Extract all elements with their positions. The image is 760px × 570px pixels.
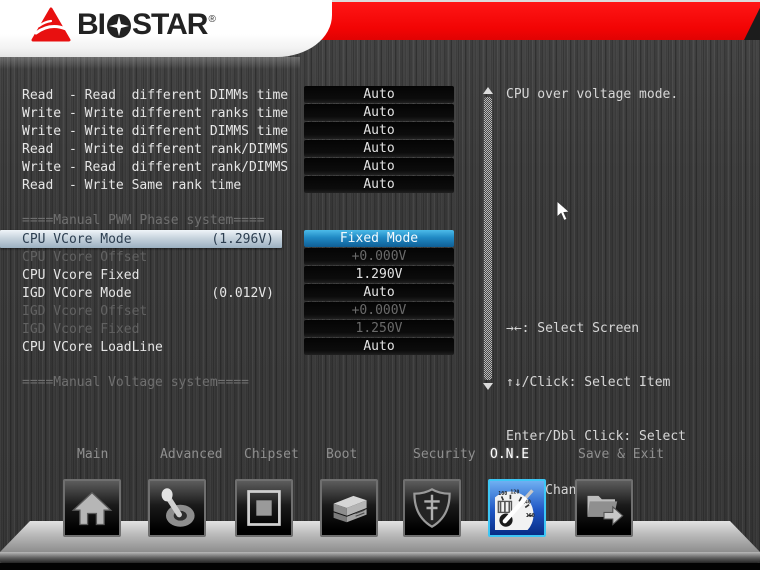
nav-button-main[interactable] [63,479,121,537]
tab-security[interactable]: Security [413,447,476,463]
scroll-down-arrow-icon[interactable] [483,383,493,390]
registered-mark: ® [208,13,216,25]
setting-label: Read - Read different DIMMs time [22,87,289,103]
gauge-icon: 100 120 140 160 [495,489,535,530]
setting-label: Read - Write Same rank time [22,177,242,193]
setting-label: IGD VCore Mode [22,285,132,301]
nav-button-security[interactable] [403,479,461,537]
help-key-line: →←: Select Screen [506,321,640,336]
setting-label: Write - Write different ranks time [22,105,289,121]
drive-icon [333,495,367,523]
setting-value[interactable]: Auto [304,140,454,157]
setting-label: CPU Vcore Fixed [22,267,140,283]
setting-paren-value: (1.296V) [211,231,274,247]
setting-row[interactable]: Read - Write different rank/DIMMS [0,140,288,158]
tab-one[interactable]: O.N.E [490,447,529,463]
setting-value-selected[interactable]: Fixed Mode [304,230,454,247]
tab-advanced[interactable]: Advanced [160,447,223,463]
home-icon [71,491,113,526]
setting-label: IGD Vcore Offset [22,303,148,319]
svg-text:120: 120 [510,490,519,496]
chip-icon [247,490,281,526]
setting-row[interactable]: Read - Write Same rank time [0,176,282,194]
setting-value[interactable]: Auto [304,86,454,103]
tab-chipset[interactable]: Chipset [244,447,299,463]
svg-text:160: 160 [526,513,535,519]
logo-plate-shadow [0,57,300,69]
biostar-triangle-icon [31,7,71,42]
nav-button-boot[interactable] [320,479,378,537]
setting-row: CPU Vcore Offset [0,248,282,266]
setting-value[interactable]: 1.290V [304,266,454,283]
logo-plate: BISTAR BISTAR ® [0,0,332,57]
svg-text:100: 100 [498,491,507,497]
setting-value[interactable]: Auto [304,338,454,355]
setting-value: 1.250V [304,320,454,337]
setting-value[interactable]: Auto [304,122,454,139]
shelf-front-edge [0,552,760,563]
setting-value: +0.000V [304,302,454,319]
brand-text: BI STAR [77,8,208,41]
setting-row[interactable]: Read - Read different DIMMs time [0,86,288,104]
joystick-icon [161,488,195,527]
nav-button-chipset[interactable] [235,479,293,537]
nav-button-one[interactable]: 100 120 140 160 [488,479,546,537]
scrollbar[interactable] [482,87,494,390]
setting-row-selected[interactable]: CPU VCore Mode (1.296V) [0,230,282,248]
footer-bar [0,563,760,570]
folder-exit-icon [587,495,624,526]
setting-value: +0.000V [304,248,454,265]
setting-value[interactable]: Auto [304,284,454,301]
nav-button-advanced[interactable] [148,479,206,537]
setting-label: CPU VCore LoadLine [22,339,163,355]
help-description: CPU over voltage mode. [506,87,679,102]
brand-logo: BI STAR ® [30,7,216,43]
setting-label: Read - Write different rank/DIMMS [22,141,289,157]
tab-save-exit[interactable]: Save & Exit [578,447,664,463]
setting-row: IGD Vcore Fixed [0,320,282,338]
setting-label: Write - Write different DIMMS time [22,123,289,139]
mouse-cursor [556,200,571,222]
tab-main[interactable]: Main [77,447,108,463]
setting-value[interactable]: Auto [304,104,454,121]
biostar-o-star-icon [107,14,131,38]
setting-row[interactable]: IGD VCore Mode (0.012V) [0,284,282,302]
setting-row[interactable]: Write - Read different rank/DIMMS [0,158,288,176]
section-title-pwm: ====Manual PWM Phase system==== [22,213,265,228]
setting-label: Write - Read different rank/DIMMS [22,159,289,175]
setting-label: CPU Vcore Offset [22,249,148,265]
help-key-line: Enter/Dbl Click: Select [506,429,687,444]
setting-value[interactable]: Auto [304,158,454,175]
bios-screen: BISTAR BISTAR ® Read - Read different DI… [0,0,760,570]
scrollbar-track[interactable] [484,97,492,380]
scroll-up-arrow-icon[interactable] [483,87,493,94]
shield-icon [413,488,451,528]
setting-label: CPU VCore Mode [22,231,132,247]
tab-boot[interactable]: Boot [326,447,357,463]
setting-row[interactable]: Write - Write different ranks time [0,104,288,122]
help-key-line: ↑↓/Click: Select Item [506,375,671,390]
setting-row[interactable]: CPU VCore LoadLine [0,338,282,356]
setting-label: IGD Vcore Fixed [22,321,140,337]
setting-paren-value: (0.012V) [211,285,274,301]
setting-row[interactable]: CPU Vcore Fixed [0,266,282,284]
setting-row[interactable]: Write - Write different DIMMS time [0,122,288,140]
setting-row: IGD Vcore Offset [0,302,282,320]
section-title-voltage: ====Manual Voltage system==== [22,375,249,390]
setting-value[interactable]: Auto [304,176,454,193]
nav-button-save-exit[interactable] [575,479,633,537]
